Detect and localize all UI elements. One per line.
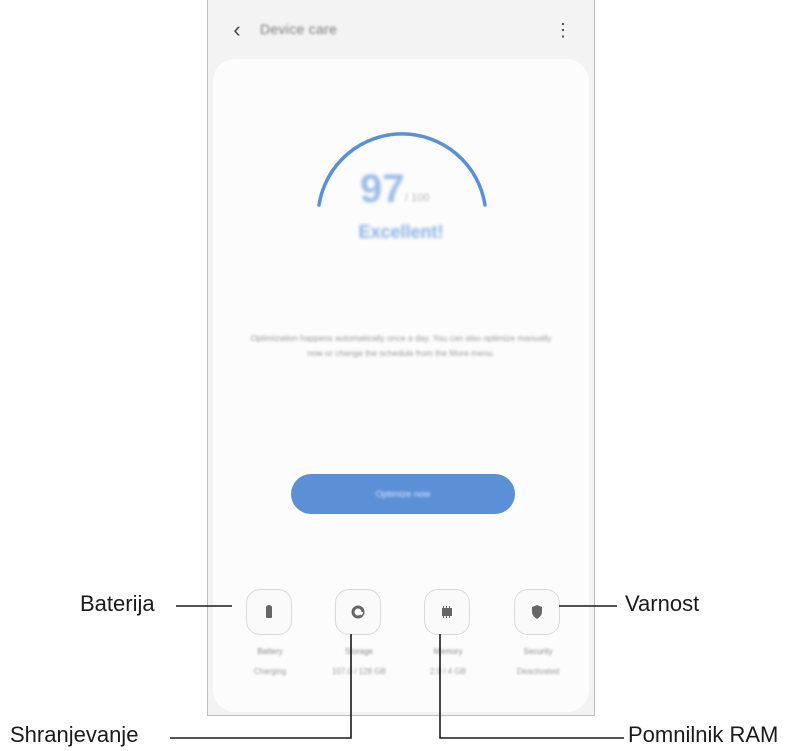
callout-line-storage — [170, 634, 352, 739]
callout-battery: Baterija — [80, 591, 155, 616]
callout-storage: Shranjevanje — [10, 722, 139, 747]
callout-lines — [170, 605, 624, 739]
callout-security: Varnost — [625, 591, 700, 616]
callout-line-memory — [439, 634, 624, 739]
callout-memory: Pomnilnik RAM — [628, 722, 779, 747]
